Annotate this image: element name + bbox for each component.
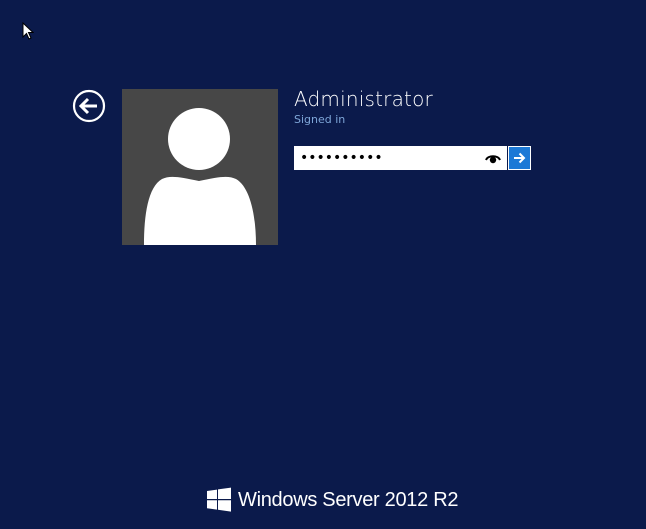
arrow-right-icon xyxy=(514,152,526,164)
user-avatar xyxy=(122,89,278,245)
password-input[interactable] xyxy=(294,146,480,170)
password-field[interactable] xyxy=(294,146,507,170)
user-status: Signed in xyxy=(294,113,346,126)
windows-logo-icon xyxy=(207,487,231,512)
mouse-cursor-icon xyxy=(22,22,34,40)
user-name: Administrator xyxy=(294,87,433,111)
brand-text: Windows Server 2012 R2 xyxy=(238,488,459,511)
back-button[interactable] xyxy=(72,89,106,123)
eye-icon[interactable] xyxy=(485,151,501,165)
user-silhouette-icon xyxy=(144,108,256,245)
submit-button[interactable] xyxy=(508,146,531,170)
back-arrow-icon xyxy=(72,89,106,123)
branding: Windows Server 2012 R2 xyxy=(206,485,458,515)
